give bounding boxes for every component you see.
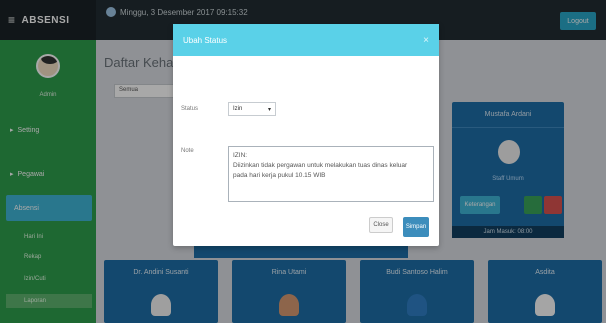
status-modal: Ubah Status × Status Izin ▾ Note IZIN: D… <box>173 24 439 246</box>
status-label: Status <box>181 106 199 112</box>
modal-body: Status Izin ▾ Note IZIN: Diizinkan tidak… <box>173 56 439 246</box>
modal-title: Ubah Status <box>183 35 228 45</box>
note-label: Note <box>181 148 194 154</box>
close-icon[interactable]: × <box>423 35 429 46</box>
status-select[interactable]: Izin ▾ <box>228 102 276 116</box>
chevron-down-icon: ▾ <box>267 106 271 113</box>
status-value: Izin <box>233 106 243 112</box>
save-button[interactable]: Simpan <box>403 217 429 237</box>
close-button[interactable]: Close <box>369 217 393 233</box>
note-textarea[interactable]: IZIN: Diizinkan tidak pergawan untuk mel… <box>228 146 434 202</box>
modal-header: Ubah Status × <box>173 24 439 56</box>
